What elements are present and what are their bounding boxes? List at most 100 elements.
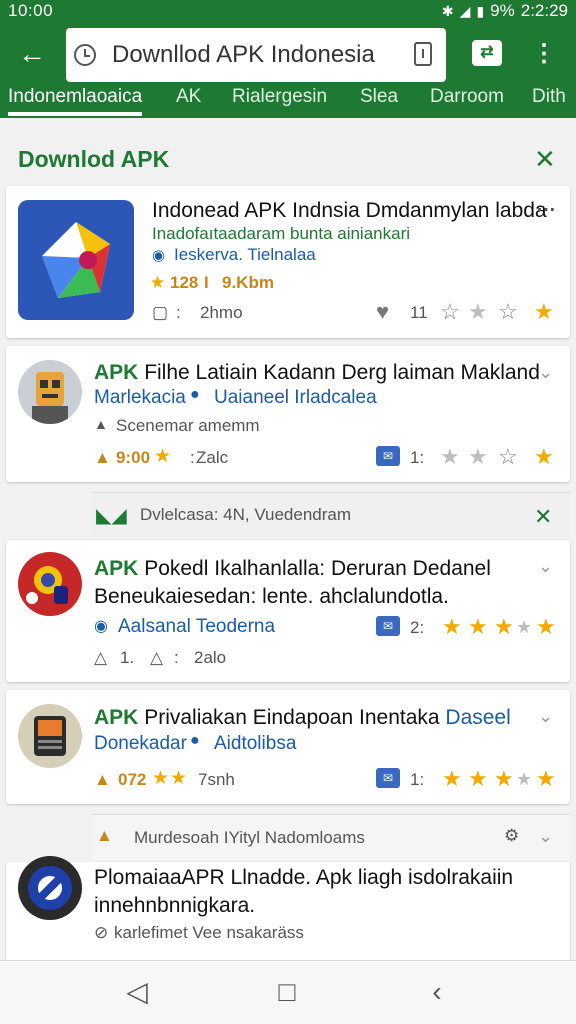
post-title[interactable]: Pokedl Ikalhanlalla: Deruran Dedanel: [144, 557, 491, 580]
back-arrow-icon[interactable]: ←: [14, 37, 50, 73]
separator-dot: :: [176, 303, 181, 322]
tab-1[interactable]: Indonemlaoaica: [8, 88, 142, 108]
star-gray-icon[interactable]: ★: [516, 768, 532, 790]
source-name[interactable]: Marlekacia: [94, 387, 186, 409]
star-filled-icon[interactable]: ★: [494, 768, 514, 790]
star-icon: ★: [150, 273, 166, 292]
post-title-line2[interactable]: innehnbnnigkara.: [94, 894, 255, 918]
avatar: [18, 704, 82, 768]
post-title[interactable]: Privaliakan Eindapoan Inentaka: [144, 706, 439, 729]
post-title-link[interactable]: Daseel: [445, 706, 510, 729]
clipboard-icon[interactable]: [414, 42, 432, 66]
post-title[interactable]: Filhe Latiain Kadann Derg laiman Makland: [144, 361, 540, 384]
source-channel[interactable]: Uaianeel Irladcalea: [214, 387, 377, 409]
settings-icon[interactable]: ⚙: [504, 826, 519, 846]
tool-avatar-icon: [28, 866, 72, 910]
star-gray-icon[interactable]: ★: [468, 301, 488, 323]
thumb-up-icon[interactable]: △: [94, 648, 107, 668]
rating-value: 128: [170, 273, 199, 292]
search-query: Downllod APK Indonesia: [112, 41, 375, 68]
app-subtitle: Inadofaıtaadaram bunta ainiankari: [152, 224, 411, 243]
tab-2[interactable]: AK: [176, 88, 201, 108]
thumb-outline-icon[interactable]: △: [150, 648, 163, 668]
star-filled-icon[interactable]: ★: [536, 768, 556, 790]
post-title[interactable]: PlomaiaaAPR Llnadde. Apk liagh isdolraka…: [94, 866, 513, 890]
trend-icon: ◣◢: [96, 505, 127, 527]
star-filled-icon[interactable]: ★: [442, 768, 462, 790]
star-icon: ★: [154, 446, 172, 467]
tab-3[interactable]: Rialergesin: [232, 88, 327, 108]
tab-4[interactable]: Slea: [360, 88, 398, 108]
star-filled-icon[interactable]: ★: [534, 301, 554, 323]
more-options-icon[interactable]: …: [536, 194, 557, 217]
system-nav-bar: ◁ □ ‹: [0, 960, 576, 1024]
nav-back-icon[interactable]: ◁: [122, 977, 152, 1007]
chevron-down-icon[interactable]: ⌄: [538, 826, 553, 847]
app-bar: ← Downllod APK Indonesia ⇄ ⋮: [0, 22, 576, 88]
tab-6[interactable]: Dith: [532, 88, 566, 108]
community-icon: ●: [190, 386, 200, 403]
source-channel[interactable]: Aidtolibsa: [214, 733, 296, 755]
post-title-row: APK Filhe Latiain Kadann Derg laiman Mak…: [94, 361, 540, 385]
signal-strength-icon: ▮: [476, 2, 485, 19]
post-time: 7snh: [198, 770, 235, 789]
apk-label: APK: [94, 361, 139, 384]
status-icons: ✱ ◢ ▮ 9% 2:2:29: [442, 1, 568, 21]
search-input[interactable]: Downllod APK Indonesia: [66, 28, 446, 82]
star-filled-icon[interactable]: ★: [534, 446, 554, 468]
battery-percent: 9%: [490, 1, 515, 20]
post-title-line2[interactable]: Beneukaiesedan: lente. ahclalundotla.: [94, 585, 449, 609]
apk-label: APK: [94, 706, 139, 729]
post-time: 2alo: [194, 648, 227, 667]
star-gray-icon[interactable]: ★: [516, 616, 532, 638]
app-author[interactable]: Ieskerva. Tielnalaa: [174, 245, 316, 265]
app-logo-icon: [42, 222, 110, 298]
chat-icon[interactable]: ✉: [376, 768, 400, 788]
heart-icon[interactable]: ♥: [376, 299, 389, 325]
nav-home-icon[interactable]: □: [272, 977, 302, 1007]
overflow-menu-icon[interactable]: ⋮: [532, 40, 556, 70]
bluetooth-icon: ✱: [441, 2, 454, 19]
star-empty-icon[interactable]: ☆: [498, 301, 518, 323]
source-name[interactable]: Donekadar: [94, 733, 187, 755]
robot-avatar-icon: [32, 372, 68, 424]
tab-5[interactable]: Darroom: [430, 88, 504, 108]
chevron-down-icon[interactable]: ⌄: [538, 362, 553, 383]
close-icon[interactable]: ✕: [534, 504, 552, 530]
comments-count: 2:: [410, 618, 425, 637]
verified-icon: ◉: [94, 618, 108, 635]
star-filled-icon[interactable]: ★: [468, 768, 488, 790]
app-title[interactable]: Indonead APK Indnsia Dmdanmylan labda: [152, 199, 547, 223]
tabs-switch-icon[interactable]: ⇄: [472, 40, 502, 66]
post-time: Zalc: [196, 448, 229, 467]
star-gray-icon[interactable]: ★: [468, 446, 488, 468]
chevron-down-icon[interactable]: ⌄: [538, 556, 553, 577]
active-tab-indicator: [8, 112, 142, 116]
star-filled-icon[interactable]: ★: [468, 616, 488, 638]
post-author[interactable]: karlefimet Vee nsakaräss: [114, 923, 304, 943]
star-empty-icon[interactable]: ☆: [440, 301, 460, 323]
rating-value: 072: [118, 770, 147, 789]
star-gray-icon[interactable]: ★: [440, 446, 460, 468]
close-icon[interactable]: ✕: [534, 146, 556, 172]
star-empty-icon[interactable]: ☆: [498, 446, 518, 468]
status-bar: 10:00 ✱ ◢ ▮ 9% 2:2:29: [0, 0, 576, 22]
downloads-count: 9.Kbm: [222, 273, 274, 292]
history-clock-icon: [74, 44, 96, 66]
section-title: Downlod APK: [18, 146, 170, 172]
star-filled-icon[interactable]: ★: [442, 616, 462, 638]
chat-icon[interactable]: ✉: [376, 446, 400, 466]
post-author[interactable]: Aalsanal Teoderna: [118, 616, 275, 638]
game-avatar-icon: [26, 566, 68, 604]
separator-dot: :: [190, 448, 195, 467]
chevron-down-icon[interactable]: ⌄: [538, 706, 553, 727]
verified-icon: ◉: [152, 247, 166, 264]
star-filled-icon[interactable]: ★: [536, 616, 556, 638]
comments-count: 1:: [410, 770, 425, 789]
star-filled-icon[interactable]: ★: [494, 616, 514, 638]
nav-recents-icon[interactable]: ‹: [422, 977, 452, 1007]
avatar: [18, 360, 82, 424]
status-clock: 2:2:29: [520, 1, 568, 20]
post-time: 2hmo: [200, 303, 243, 322]
chat-icon[interactable]: ✉: [376, 616, 400, 636]
